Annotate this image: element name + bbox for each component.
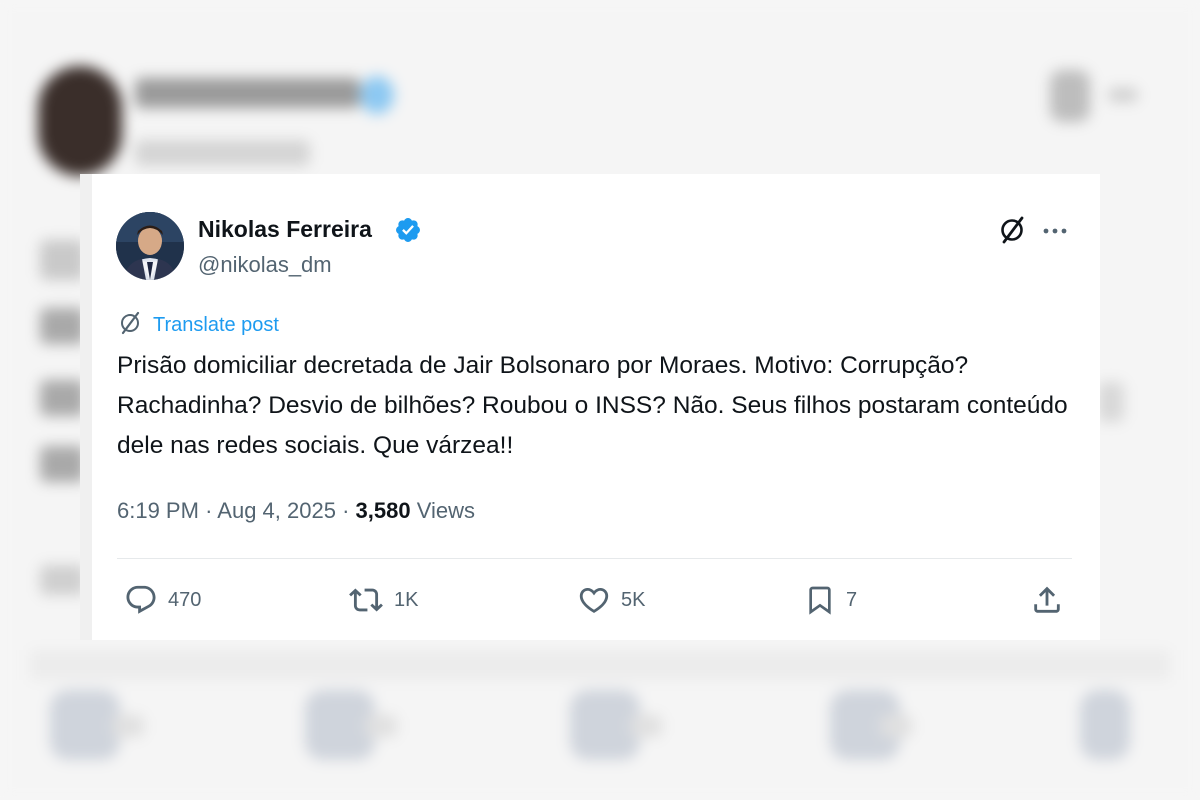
share-button[interactable]	[1030, 582, 1064, 618]
translate-icon	[117, 310, 143, 341]
bookmark-icon	[804, 583, 836, 617]
verified-badge-icon	[394, 216, 422, 244]
bg-action-block	[112, 715, 144, 737]
post-date[interactable]: Aug 4, 2025	[217, 498, 336, 523]
post-meta: 6:19 PM · Aug 4, 2025 · 3,580 Views	[117, 498, 475, 524]
repost-count: 1K	[394, 588, 419, 611]
post-text: Prisão domiciliar decretada de Jair Bols…	[117, 352, 1068, 459]
bg-action-block	[50, 690, 120, 760]
avatar[interactable]	[116, 212, 184, 280]
divider	[117, 558, 1072, 559]
bg-action-block	[365, 715, 397, 737]
bg-handle-block	[135, 140, 310, 166]
views-label: Views	[416, 498, 476, 523]
bg-strip	[30, 650, 1170, 680]
author-name[interactable]: Nikolas Ferreira	[198, 216, 372, 243]
reply-count: 470	[168, 588, 202, 611]
bg-text-block	[40, 380, 85, 416]
reply-icon	[124, 583, 158, 617]
bg-action-block	[1080, 690, 1130, 760]
like-count: 5K	[621, 588, 646, 611]
reply-button[interactable]: 470	[124, 582, 201, 618]
like-icon	[577, 583, 611, 617]
bg-name-block	[135, 78, 360, 108]
bookmark-button[interactable]: 7	[804, 582, 857, 618]
grok-icon[interactable]	[997, 215, 1027, 245]
author-handle[interactable]: @nikolas_dm	[198, 252, 332, 278]
bg-text-block	[40, 565, 85, 595]
bg-icon-block	[1108, 88, 1138, 102]
bg-text-block	[40, 308, 85, 344]
translate-post-link[interactable]: Translate post	[117, 310, 279, 341]
bg-action-block	[880, 715, 912, 737]
bg-text-block	[40, 240, 85, 280]
bg-text-block	[1098, 382, 1124, 422]
repost-button[interactable]: 1K	[348, 582, 418, 618]
bookmark-count: 7	[846, 588, 858, 611]
views-count: 3,580	[355, 498, 411, 523]
translate-label[interactable]: Translate post	[153, 314, 279, 337]
bg-text-block	[40, 446, 85, 482]
share-icon	[1030, 583, 1064, 617]
more-icon[interactable]	[1040, 218, 1070, 244]
post-time[interactable]: 6:19 PM	[117, 498, 199, 523]
meta-separator: ·	[205, 498, 218, 523]
bg-action-block	[630, 715, 662, 737]
bg-icon-block	[1050, 70, 1090, 122]
like-button[interactable]: 5K	[577, 582, 645, 618]
card-edge	[80, 174, 92, 640]
bg-badge-block	[360, 76, 394, 114]
repost-icon	[348, 583, 384, 617]
meta-separator: ·	[342, 498, 356, 523]
bg-avatar	[38, 66, 122, 176]
